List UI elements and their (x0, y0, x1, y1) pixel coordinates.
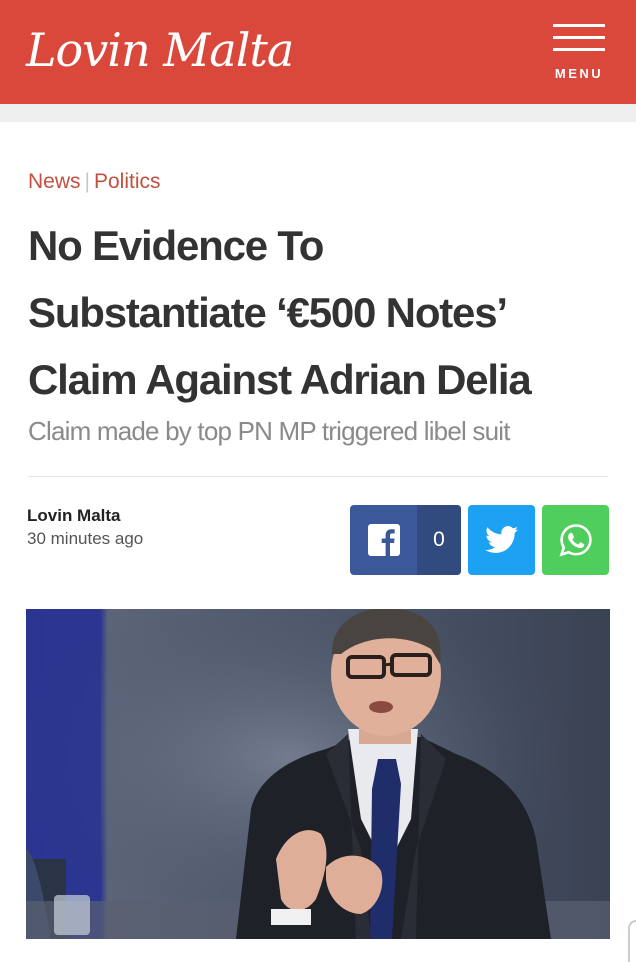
publish-time: 30 minutes ago (27, 529, 144, 548)
whatsapp-share-button[interactable] (542, 505, 609, 575)
author-name[interactable]: Lovin Malta (27, 506, 121, 526)
hamburger-icon-bar-bottom (553, 48, 605, 51)
header-shadow-band (0, 104, 636, 122)
facebook-share-count: 0 (417, 505, 461, 575)
hamburger-icon-bar-top (553, 24, 605, 27)
article-title-line-1: No Evidence To (28, 222, 324, 269)
facebook-icon (367, 524, 400, 556)
article-subtitle: Claim made by top PN MP triggered libel … (28, 416, 510, 446)
breadcrumb: News | Politics (28, 168, 161, 196)
breadcrumb-news[interactable]: News (28, 170, 81, 193)
menu-label: MENU (554, 66, 604, 81)
hamburger-icon-bar-middle (553, 36, 605, 39)
article-title: No Evidence To Substantiate ‘€500 Notes’… (28, 212, 618, 413)
photo-illustration (26, 609, 610, 939)
twitter-share-button[interactable] (468, 505, 535, 575)
breadcrumb-politics[interactable]: Politics (94, 170, 161, 193)
divider (28, 476, 608, 477)
article-title-line-2: Substantiate ‘€500 Notes’ (28, 289, 508, 336)
article-title-line-3: Claim Against Adrian Delia (28, 356, 532, 403)
breadcrumb-separator: | (84, 170, 90, 193)
scroll-indicator[interactable] (628, 920, 636, 962)
article-photo[interactable] (26, 609, 610, 939)
twitter-icon (484, 526, 518, 553)
whatsapp-icon (558, 524, 592, 557)
facebook-icon-box (350, 505, 417, 575)
facebook-share-button[interactable]: 0 (350, 505, 461, 575)
site-header: Lovin Malta MENU (0, 0, 636, 104)
site-logo[interactable]: Lovin Malta (26, 20, 294, 80)
menu-button[interactable]: MENU (548, 22, 610, 84)
